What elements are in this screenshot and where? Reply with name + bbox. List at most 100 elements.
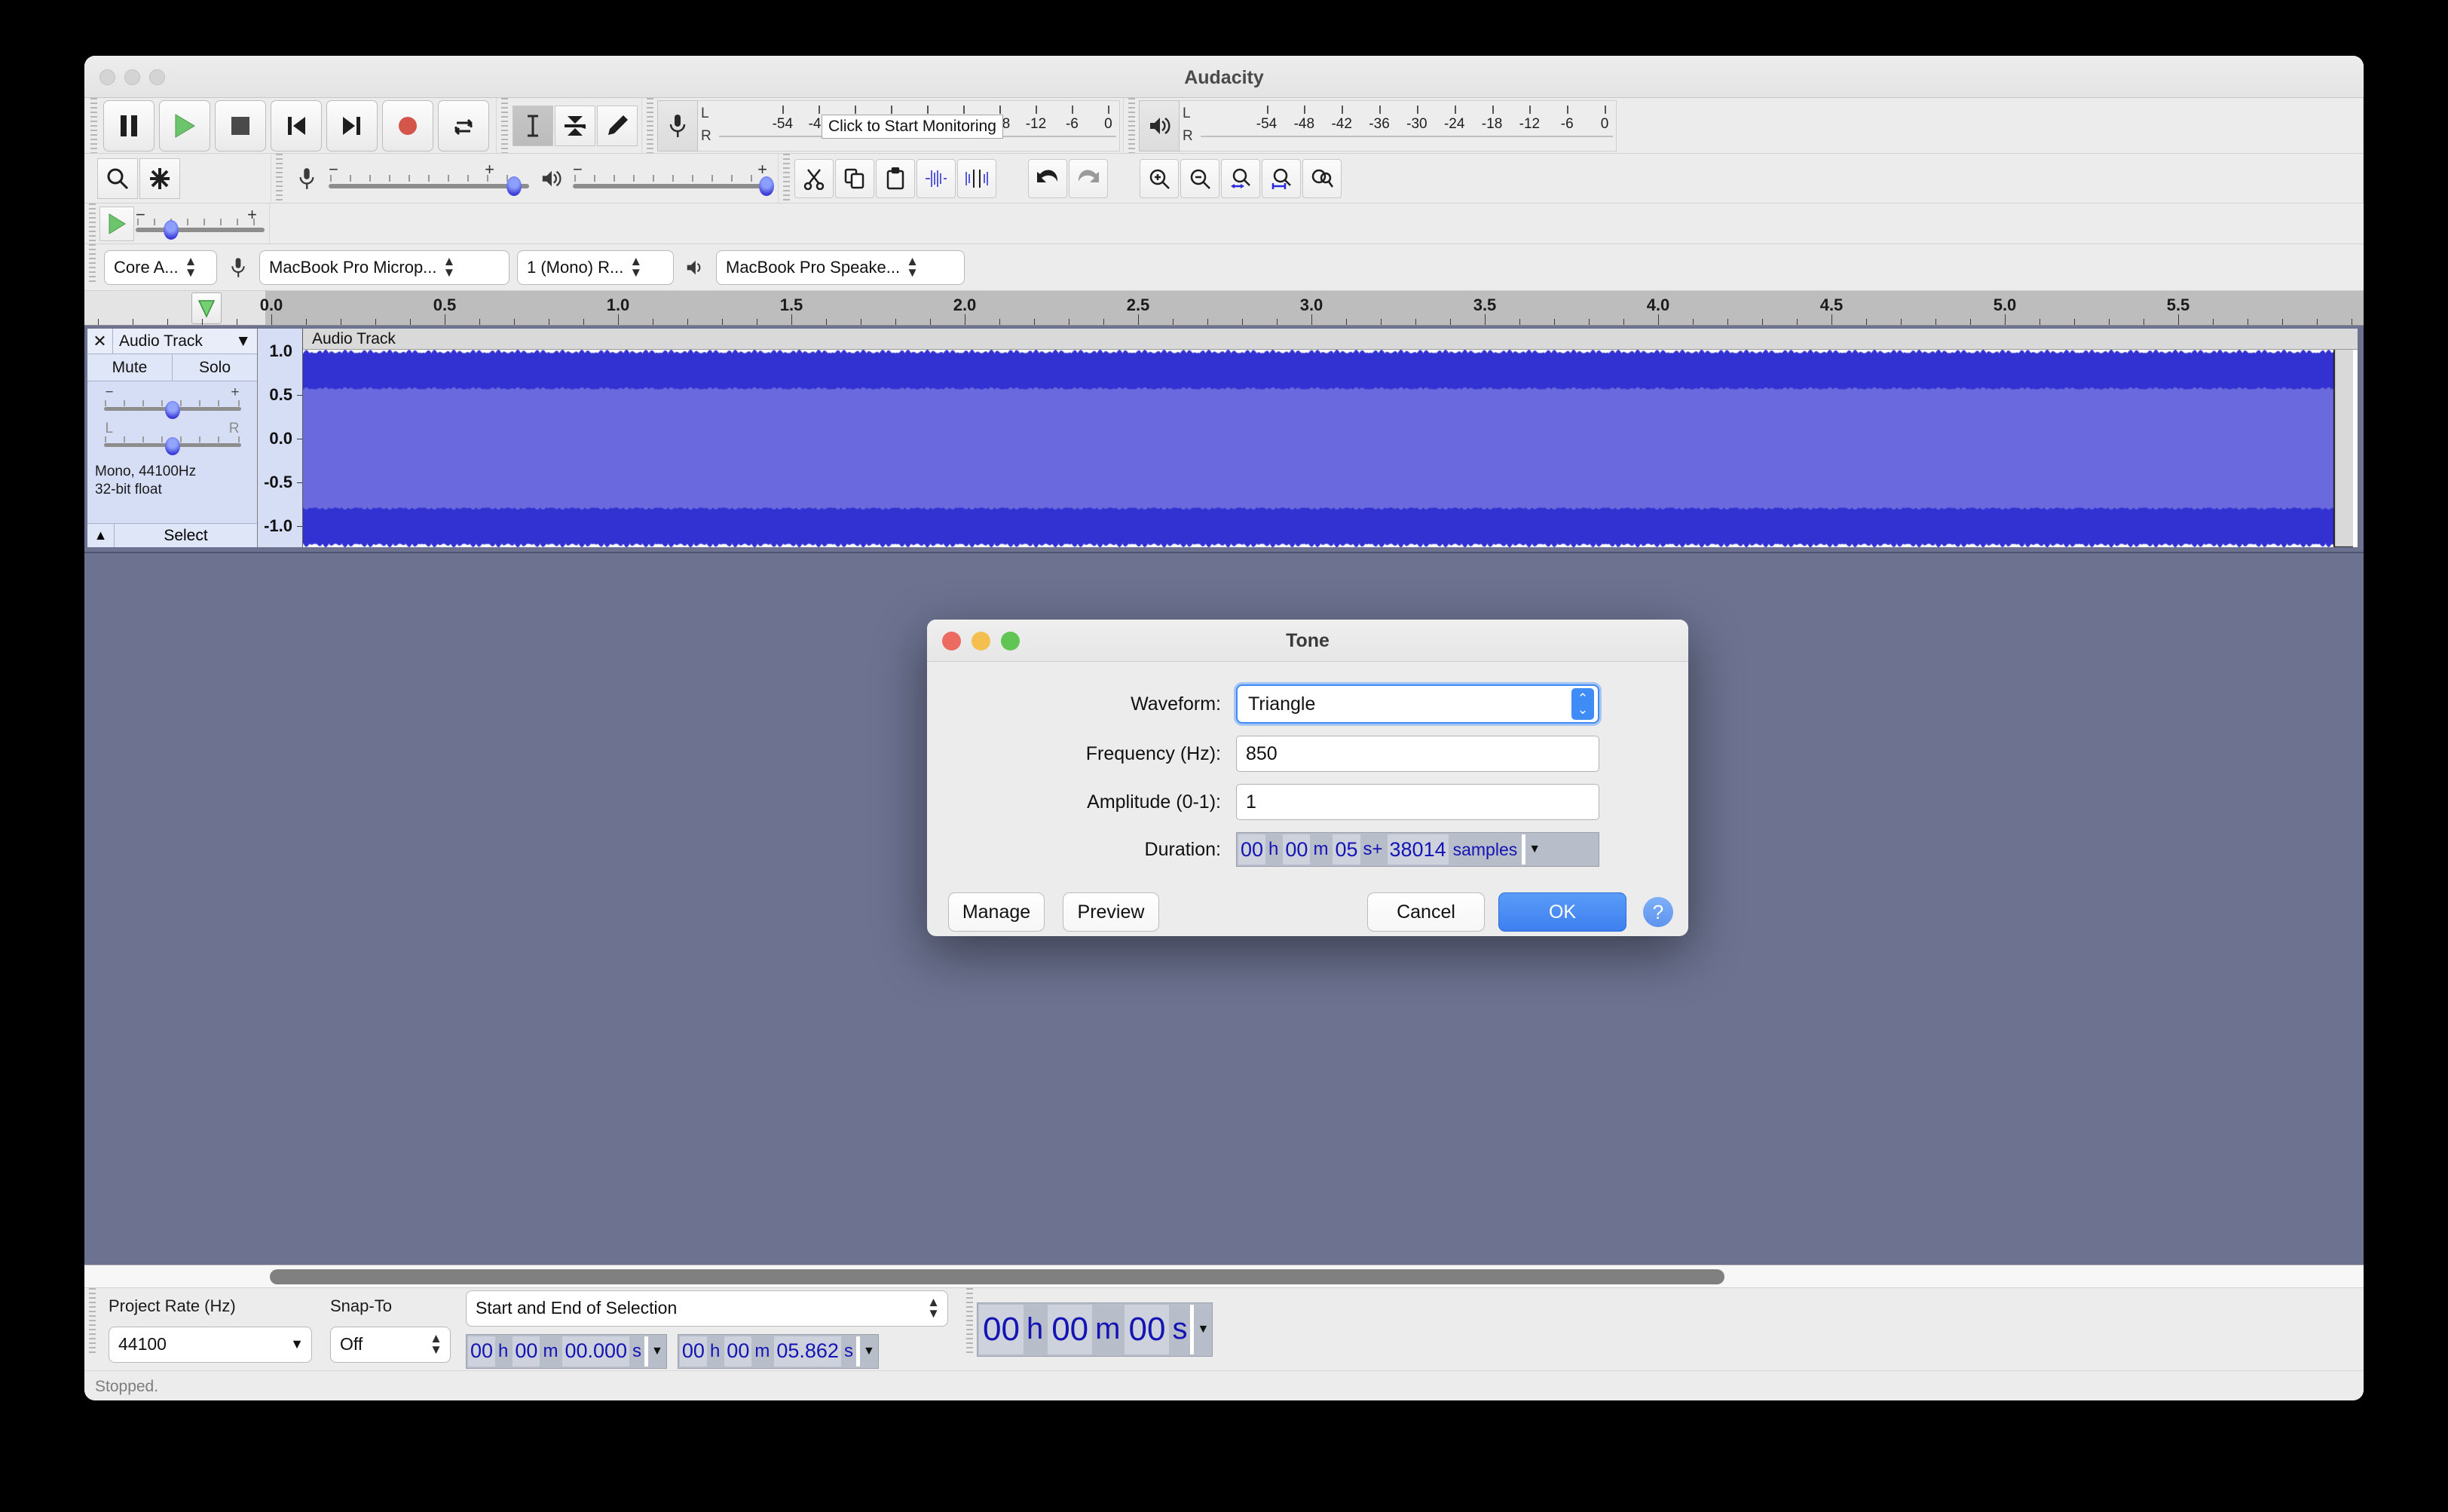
fit-project-button[interactable] [1262, 158, 1301, 198]
ok-button[interactable]: OK [1498, 892, 1626, 932]
silence-audio-button[interactable] [957, 158, 996, 198]
trim-audio-button[interactable] [916, 158, 956, 198]
recording-device-select[interactable]: MacBook Pro Microp... ▲ ▼ [259, 249, 509, 285]
playback-volume-slider[interactable]: − + [571, 158, 775, 199]
edit-toolbar-grip[interactable] [782, 154, 791, 203]
ruler-minor-tick [2039, 319, 2040, 325]
select-track-button[interactable]: Select [115, 524, 257, 547]
amplitude-input[interactable]: 1 [1236, 784, 1599, 820]
pause-button[interactable] [103, 99, 155, 152]
meter-tick-label: -12 [1025, 115, 1047, 132]
solo-button[interactable]: Solo [172, 354, 257, 381]
chevron-down-icon[interactable]: ▼ [1525, 833, 1544, 866]
ruler-minor-tick [930, 319, 931, 325]
dialog-title: Tone [1286, 630, 1330, 651]
waveform-value: Triangle [1248, 693, 1316, 715]
selection-tool[interactable] [513, 105, 553, 146]
stop-button[interactable] [215, 99, 266, 152]
recording-meter[interactable]: L R -54-48-42-36-30-24-18-12-60 Click to… [657, 99, 1120, 152]
cancel-button[interactable]: Cancel [1367, 892, 1485, 932]
zoom-tool[interactable] [97, 158, 138, 199]
track-name-dropdown[interactable]: Audio Track ▼ [113, 329, 257, 354]
meter-tick-label: -42 [1331, 115, 1352, 132]
horizontal-scrollbar-thumb[interactable] [270, 1269, 1724, 1284]
draw-tool[interactable] [597, 105, 638, 146]
project-rate-select[interactable]: 44100 ▼ [109, 1326, 312, 1363]
status-bar: Stopped. [84, 1370, 2364, 1400]
amplitude-label: Amplitude (0-1): [1087, 791, 1221, 813]
track-pan-slider[interactable]: L R [103, 421, 243, 457]
playback-meter-grip[interactable] [1127, 98, 1136, 153]
envelope-tool[interactable] [555, 105, 595, 146]
clip-header[interactable]: Audio Track [303, 329, 2358, 350]
timeline-ruler[interactable]: 0.0 0.5 1.0 1.5 2.0 2.5 3.0 3.5 4.0 4.5 5.0 5.5 [84, 291, 2364, 326]
time-toolbar-grip[interactable] [965, 1288, 974, 1354]
chevron-down-icon[interactable]: ▼ [648, 1335, 666, 1368]
ruler-minor-tick [1519, 319, 1520, 325]
window-title: Audacity [1184, 67, 1264, 88]
microphone-icon[interactable] [657, 99, 698, 152]
multi-tool[interactable] [139, 158, 180, 199]
chevron-down-icon[interactable]: ▼ [860, 1335, 878, 1368]
recording-volume-slider[interactable]: − + [327, 158, 531, 199]
playback-device-select[interactable]: MacBook Pro Speake... ▲ ▼ [716, 249, 965, 285]
loop-button[interactable] [438, 99, 489, 152]
recording-meter-grip[interactable] [645, 98, 654, 153]
vertical-ruler-label: 0.5 [269, 385, 292, 404]
undo-button[interactable] [1028, 158, 1067, 198]
audio-host-select[interactable]: Core A... ▲ ▼ [104, 249, 217, 285]
manage-button[interactable]: Manage [948, 892, 1045, 932]
help-button[interactable]: ? [1643, 897, 1673, 927]
preview-button[interactable]: Preview [1063, 892, 1159, 932]
selection-toolbar-grip[interactable] [87, 1288, 96, 1354]
sel-start-m-unit: m [543, 1340, 558, 1361]
paste-button[interactable] [876, 158, 915, 198]
duration-field[interactable]: 00 h 00 m 05 s+ 38014 samples ▼ [1236, 832, 1599, 867]
track-name-label: Audio Track [119, 332, 203, 350]
redo-button[interactable] [1069, 158, 1108, 198]
audio-track: ✕ Audio Track ▼ Mute Solo − + L R Mono, … [87, 329, 2358, 547]
snap-to-select[interactable]: Off ▲ ▼ [330, 1326, 451, 1363]
ruler-minor-tick [1103, 319, 1104, 325]
sel-start-ss: 00.000 [562, 1336, 630, 1367]
zoom-in-button[interactable] [1140, 158, 1179, 198]
skip-to-start-button[interactable] [271, 99, 322, 152]
mixer-toolbar-grip[interactable] [274, 154, 283, 203]
fit-selection-button[interactable] [1221, 158, 1260, 198]
selection-mode-select[interactable]: Start and End of Selection ▲ ▼ [466, 1290, 948, 1327]
horizontal-scrollbar[interactable] [84, 1265, 2364, 1287]
selection-end-time[interactable]: 00 h 00 m 05.862 s ▼ [677, 1333, 879, 1369]
transport-toolbar-grip[interactable] [89, 98, 98, 153]
audio-position-time[interactable]: 00 h 00 m 00 s ▼ [977, 1302, 1213, 1357]
playhead-triangle-icon[interactable] [191, 292, 222, 324]
mute-button[interactable]: Mute [87, 354, 172, 381]
project-rate-value: 44100 [118, 1334, 167, 1354]
play-at-speed-button[interactable] [99, 206, 134, 241]
collapse-up-icon[interactable]: ▲ [87, 524, 115, 547]
frequency-input[interactable]: 850 [1236, 736, 1599, 772]
cut-button[interactable] [794, 158, 834, 198]
play-button[interactable] [159, 99, 210, 152]
zoom-toggle-button[interactable] [1302, 158, 1342, 198]
tools-toolbar-grip[interactable] [500, 98, 509, 153]
chevron-updown-icon: ▲ ▼ [629, 254, 643, 280]
play-speed-slider[interactable]: − + [134, 205, 266, 241]
ruler-minor-tick [1866, 319, 1867, 325]
playback-meter[interactable]: L R -54 -48 -42 -36 -30 -24 -18 -12 -6 0 [1139, 99, 1617, 152]
copy-button[interactable] [835, 158, 874, 198]
waveform-select[interactable]: Triangle ⌃ ⌄ [1236, 684, 1599, 724]
device-toolbar-grip[interactable] [87, 244, 96, 282]
ruler-minor-tick [375, 319, 376, 325]
recording-channels-select[interactable]: 1 (Mono) R... ▲ ▼ [517, 249, 674, 285]
speaker-icon[interactable] [1139, 99, 1180, 152]
record-button[interactable] [382, 99, 433, 152]
waveform-display[interactable]: Audio Track [303, 329, 2358, 547]
skip-to-end-button[interactable] [326, 99, 378, 152]
track-gain-slider[interactable]: − + [103, 384, 243, 421]
chevron-down-icon[interactable]: ▼ [1194, 1303, 1212, 1356]
zoom-out-button[interactable] [1180, 158, 1219, 198]
selection-start-time[interactable]: 00 h 00 m 00.000 s ▼ [466, 1333, 667, 1369]
close-track-button[interactable]: ✕ [87, 329, 113, 354]
ruler-minor-tick [2109, 319, 2110, 325]
play-at-speed-grip[interactable] [87, 204, 96, 243]
